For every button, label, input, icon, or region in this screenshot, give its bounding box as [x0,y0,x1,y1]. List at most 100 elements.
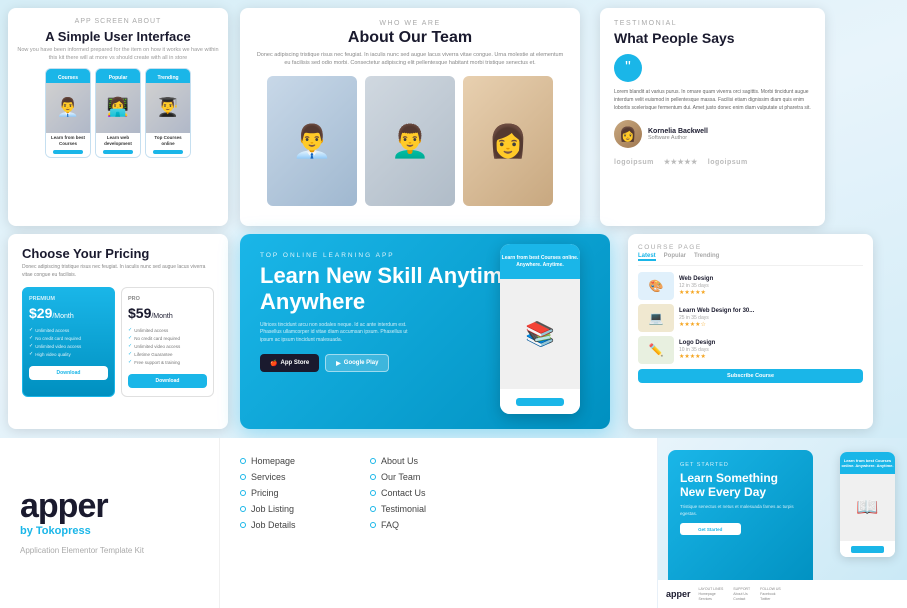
brand-name: apper [20,489,199,523]
hero-phone-login-btn[interactable] [516,398,564,406]
plan-feature-2: No credit card required [29,335,108,341]
nav-job-listing[interactable]: Job Listing [240,504,370,514]
reviewer-info: Kornelia Backwell Software Author [648,128,708,141]
nav-services[interactable]: Services [240,472,370,482]
reviewer-name: Kornelia Backwell [648,128,708,135]
course-item-1: 🎨 Web Design 12 in 35 days ★★★★★ [638,272,863,300]
phone-mock-1: Courses 👨‍💼 Learn from best Courses [45,68,91,158]
plan-btn-premium[interactable]: Download [29,366,108,380]
hero-phone-footer [500,389,580,414]
phone-screen-1: Courses 👨‍💼 Learn from best Courses [46,69,90,157]
tab-latest[interactable]: Latest [638,253,656,261]
app-store-label: App Store [280,360,309,366]
app-screen-title: A Simple User Interface [16,29,220,44]
course-info-3: Logo Design 10 in 35 days ★★★★★ [679,340,715,360]
subscribe-course-button[interactable]: Subscribe Course [638,369,863,383]
nav-job-details[interactable]: Job Details [240,520,370,530]
preview-label: GET STARTED [680,462,801,468]
pricing-title: Choose Your Pricing [22,246,214,261]
course-app-card: COURSE PAGE Latest Popular Trending 🎨 We… [628,234,873,429]
plan-feature-p3: Unlimited video access [128,343,207,349]
phone-person-1: 👨‍💼 [46,83,90,133]
nav-faq-label: FAQ [381,520,399,530]
plan-features-pro: Unlimited access No credit card required… [128,327,207,365]
plan-label-premium: PREMIUM [29,296,108,302]
hero-phone-text: Learn from best Courses online. Anywhere… [500,255,580,269]
nav-dot-5 [240,522,246,528]
hero-card: TOP ONLINE LEARNING APP Learn New Skill … [240,234,610,429]
testimonial-quote: Lorem blandit at varius purus. In ornare… [614,88,811,112]
plan-feature-1: Unlimited access [29,327,108,333]
course-item-3: ✏️ Logo Design 10 in 35 days ★★★★★ [638,336,863,364]
nav-homepage[interactable]: Homepage [240,456,370,466]
phone-btn-2[interactable] [103,150,134,154]
phone-mock-3: Trending 👨‍🎓 Top Courses online [145,68,191,158]
phone-btn-3[interactable] [153,150,184,154]
nav-dot-6 [370,458,376,464]
pricing-plan-premium: PREMIUM $29/Month Unlimited access No cr… [22,287,115,397]
phone-mock-2: Popular 👩‍💻 Learn web development [95,68,141,158]
course-stars-2: ★★★★☆ [679,321,754,328]
plan-feature-p2: No credit card required [128,335,207,341]
tab-popular[interactable]: Popular [664,253,686,261]
preview-title: Learn Something New Every Day [680,471,801,500]
phone-person-3: 👨‍🎓 [146,83,190,133]
tab-trending[interactable]: Trending [694,253,719,261]
team-photo-1: 👨‍💼 [267,76,357,206]
plan-btn-pro[interactable]: Download [128,374,207,388]
nav-about-us[interactable]: About Us [370,456,500,466]
course-title-2: Learn Web Design for 30... [679,308,754,314]
strip-item-7: FOLLOW US [760,587,781,591]
nav-dot-4 [240,506,246,512]
course-list: 🎨 Web Design 12 in 35 days ★★★★★ 💻 Learn… [638,272,863,364]
nav-col-1: Homepage Services Pricing Job Listing Jo… [240,456,370,590]
preview-card: GET STARTED Learn Something New Every Da… [668,450,813,595]
hero-desc: Ultrices tincidunt arcu non sodales nequ… [260,322,420,345]
about-team-title: About Our Team [254,29,566,47]
t-logo-3: logoipsum [708,159,748,166]
phone-text-1: Learn from best Courses [46,133,90,149]
preview-btn[interactable]: Get Started [680,523,741,535]
app-store-button[interactable]: 🍎 App Store [260,354,319,372]
strip-item-8: Facebook [760,592,781,596]
course-stars-1: ★★★★★ [679,289,713,296]
plan-feature-p4: Lifetime Guarantee [128,351,207,357]
plan-price-premium: $29/Month [29,305,108,321]
course-item-2: 💻 Learn Web Design for 30... 25 in 35 da… [638,304,863,332]
preview-desc: Tristique senectus et netus et malesuada… [680,504,801,518]
play-icon: ▶ [336,360,341,367]
hero-phone-header: Learn from best Courses online. Anywhere… [500,244,580,279]
nav-job-details-label: Job Details [251,520,296,530]
nav-pricing[interactable]: Pricing [240,488,370,498]
nav-testimonial-label: Testimonial [381,504,426,514]
pricing-card: Choose Your Pricing Donec adipiscing tri… [8,234,228,429]
nav-our-team[interactable]: Our Team [370,472,500,482]
preview-phone-login-btn[interactable] [851,546,884,553]
strip-item-6: Contact [733,597,750,601]
hero-phone-body: 📚 [500,279,580,389]
app-screen-card: APP SCREEN ABOUT A Simple User Interface… [8,8,228,226]
preview-strip-cols: LAYOUT LINES Homepage Services SUPPORT A… [699,587,781,601]
nav-homepage-label: Homepage [251,456,295,466]
bottom-nav: Homepage Services Pricing Job Listing Jo… [220,438,657,608]
nav-dot-2 [240,474,246,480]
course-tabs: Latest Popular Trending [638,253,863,266]
google-play-button[interactable]: ▶ Google Play [325,354,389,372]
phone-btn-1[interactable] [53,150,84,154]
nav-testimonial[interactable]: Testimonial [370,504,500,514]
team-photo-2: 👨‍🦱 [365,76,455,206]
testimonial-title: What People Says [614,30,811,46]
phone-text-2: Learn web development [96,133,140,149]
nav-dot-8 [370,490,376,496]
course-thumb-3: ✏️ [638,336,674,364]
preview-phone-body: 📖 [840,474,895,541]
nav-faq[interactable]: FAQ [370,520,500,530]
course-title-1: Web Design [679,276,713,282]
nav-contact-us[interactable]: Contact Us [370,488,500,498]
nav-col-2: About Us Our Team Contact Us Testimonial… [370,456,500,590]
app-screen-label: APP SCREEN ABOUT [16,18,220,25]
course-info-1: Web Design 12 in 35 days ★★★★★ [679,276,713,296]
about-team-label: WHO WE ARE [254,20,566,27]
reviewer-role: Software Author [648,135,708,141]
strip-item-3: Services [699,597,724,601]
